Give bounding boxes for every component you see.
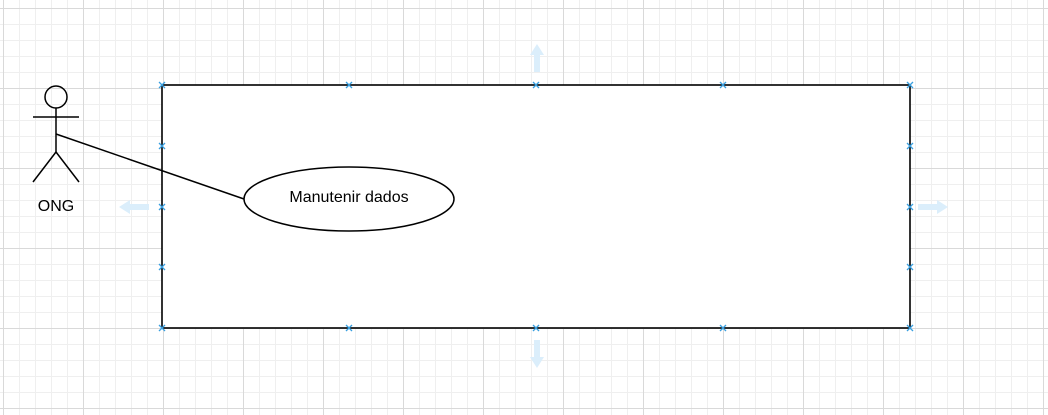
diagram-canvas[interactable] xyxy=(0,0,1048,415)
actor-head xyxy=(44,85,68,109)
actor-stick-figure[interactable] xyxy=(32,85,80,183)
expand-down-arrow-icon[interactable] xyxy=(530,340,544,368)
actor-label[interactable]: ONG xyxy=(24,199,88,215)
use-case-label[interactable]: Manutenir dados xyxy=(244,190,454,206)
expand-left-arrow-icon[interactable] xyxy=(119,200,149,214)
expand-right-arrow-icon[interactable] xyxy=(918,200,948,214)
expand-up-arrow-icon[interactable] xyxy=(530,44,544,72)
actor-right-leg xyxy=(55,151,80,183)
actor-left-leg xyxy=(32,151,57,183)
